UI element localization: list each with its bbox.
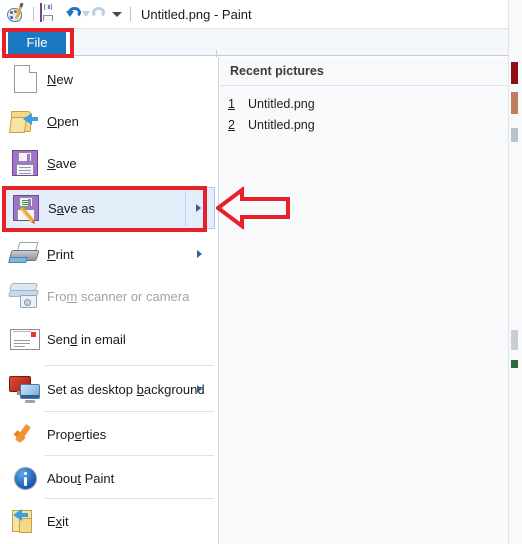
recent-item-filename: Untitled.png <box>248 118 315 132</box>
menu-item-label: Open <box>47 113 79 129</box>
desktop-monitors-icon <box>9 375 41 403</box>
ribbon-background <box>70 28 522 56</box>
menu-item-properties[interactable]: Properties <box>3 413 215 455</box>
menu-item-save-as[interactable]: Save as <box>3 187 215 229</box>
menu-separator-3 <box>44 455 214 456</box>
menu-item-label: Print <box>47 246 74 262</box>
envelope-icon <box>10 328 40 350</box>
menu-item-new[interactable]: New <box>3 58 215 100</box>
menu-item-icon-wrap <box>3 500 47 542</box>
toolbar-separator-2 <box>130 7 131 21</box>
menu-item-label: Properties <box>47 426 107 442</box>
menu-item-icon-wrap <box>3 413 47 455</box>
menu-item-print[interactable]: Print <box>3 233 215 275</box>
menu-item-from-scanner-or-camera: From scanner or camera <box>3 275 215 317</box>
submenu-chevron-icon[interactable] <box>197 250 202 258</box>
menu-item-about-paint[interactable]: About Paint <box>3 457 215 499</box>
recent-item-2[interactable]: 2 Untitled.png <box>228 115 315 135</box>
menu-item-icon-wrap <box>4 187 48 229</box>
menu-separator-1 <box>44 365 214 366</box>
ribbon-color-swatch-5[interactable] <box>511 360 518 368</box>
menu-item-icon-wrap <box>3 275 47 317</box>
customize-chevron-icon[interactable] <box>110 11 124 17</box>
ribbon-color-swatch-3[interactable] <box>511 128 518 142</box>
save-icon[interactable] <box>40 3 60 24</box>
menu-item-icon-wrap <box>3 100 47 142</box>
menu-item-icon-wrap <box>3 368 47 410</box>
menu-item-exit[interactable]: Exit <box>3 500 215 542</box>
menu-item-label: From scanner or camera <box>47 288 190 304</box>
menu-item-label: Set as desktop background <box>47 381 205 397</box>
menu-item-label: New <box>47 71 74 87</box>
menu-separator-2 <box>44 411 214 412</box>
info-circle-icon <box>13 466 37 490</box>
paint-file-menu-screenshot: Untitled.png - Paint File New Open Save Sav… <box>0 0 522 544</box>
menu-item-save[interactable]: Save <box>3 142 215 184</box>
menu-item-label: Save <box>47 155 77 171</box>
menu-item-label: Send in email <box>47 331 126 347</box>
open-folder-icon <box>8 108 40 134</box>
printer-icon <box>8 242 41 266</box>
paint-logo-icon[interactable] <box>7 2 27 24</box>
ribbon-color-swatch-2[interactable] <box>511 92 518 114</box>
orange-check-icon <box>11 421 39 447</box>
menu-item-send-in-email[interactable]: Send in email <box>3 318 215 360</box>
recent-item-filename: Untitled.png <box>248 97 315 111</box>
exit-folder-icon <box>11 508 39 534</box>
menu-item-icon-wrap <box>3 58 47 100</box>
menu-separator-4 <box>44 498 214 499</box>
save-floppy-icon <box>12 150 38 176</box>
menu-item-label: Save as <box>48 200 95 216</box>
redo-icon[interactable] <box>82 4 110 24</box>
tab-file[interactable]: File <box>8 29 66 55</box>
submenu-chevron-icon[interactable] <box>197 385 202 393</box>
recent-pictures-pane: Recent pictures 1 Untitled.png 2 Untitle… <box>220 57 508 544</box>
floppy-glyph <box>40 3 53 22</box>
ribbon-color-swatch-1[interactable] <box>511 62 518 84</box>
scanner-camera-icon <box>7 282 41 310</box>
menu-item-label: About Paint <box>47 470 115 486</box>
toolbar-separator-1 <box>33 7 34 21</box>
ribbon-tab-bar: File <box>0 28 522 57</box>
menu-item-icon-wrap <box>3 142 47 184</box>
menu-item-open[interactable]: Open <box>3 100 215 142</box>
new-document-icon <box>13 65 37 93</box>
recent-pictures-header: Recent pictures <box>220 57 508 86</box>
menu-item-label: Exit <box>47 513 69 529</box>
menu-item-icon-wrap <box>3 457 47 499</box>
menu-item-set-as-desktop-background[interactable]: Set as desktop background <box>3 368 215 410</box>
chevron-down-glyph <box>112 11 122 17</box>
menu-item-split-divider <box>185 191 186 226</box>
recent-item-1[interactable]: 1 Untitled.png <box>228 94 315 114</box>
menu-item-icon-wrap <box>3 233 47 275</box>
save-as-floppy-icon <box>13 195 39 223</box>
ribbon-color-swatch-4[interactable] <box>511 330 518 350</box>
submenu-chevron-icon[interactable] <box>196 204 201 212</box>
ribbon-group-divider <box>216 50 217 57</box>
recent-item-number: 2 <box>228 118 235 132</box>
title-bar: Untitled.png - Paint <box>0 0 522 28</box>
window-title: Untitled.png - Paint <box>141 6 252 22</box>
recent-item-number: 1 <box>228 97 235 111</box>
menu-item-icon-wrap <box>3 318 47 360</box>
